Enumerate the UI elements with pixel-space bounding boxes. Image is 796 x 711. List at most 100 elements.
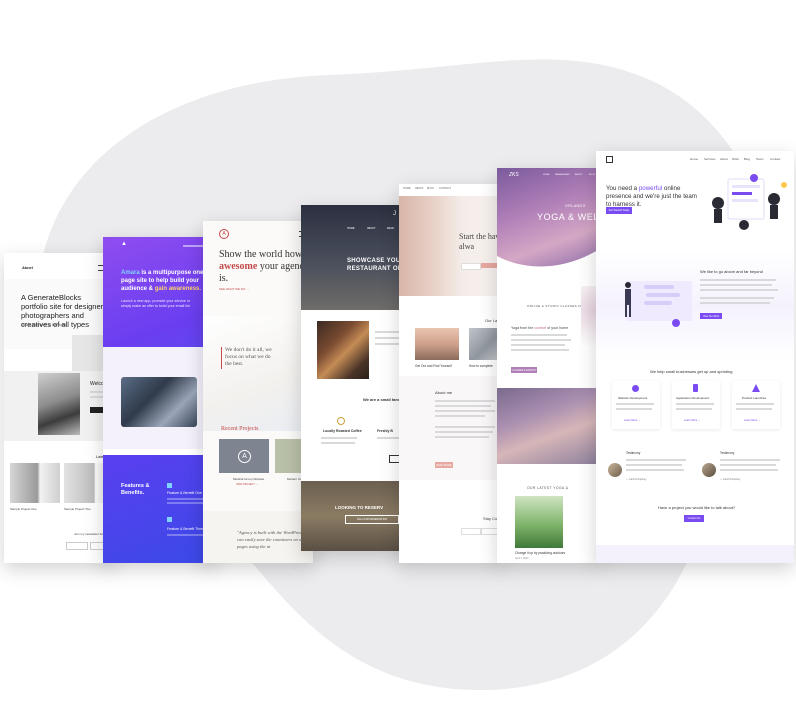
welcome-button[interactable] [90,407,104,413]
logo-icon [606,156,613,163]
post-image-1[interactable] [415,328,459,360]
feature-title-2: Feature & Benefit Three [167,527,205,531]
hero-wave [497,248,601,272]
recent-projects-heading: Recent Projects [221,426,259,432]
testimonial-avatar-1 [608,463,622,477]
hero-subtext: ONLINE & STUDIO CLASSES FROM [527,304,589,308]
site-logo: Aknel [22,265,33,270]
hero-headline: YOGA & WELL [537,212,601,222]
phone-icon [693,384,698,392]
coffee-icon [337,417,345,425]
stay-input[interactable] [461,528,481,535]
newsletter-input[interactable] [66,542,88,550]
template-card-blog[interactable]: HOME ABOUT BLOG CONTACT Start the have a… [399,184,503,563]
nav-home[interactable]: HOME [543,174,550,176]
nav-home[interactable]: HOME [347,227,355,230]
nav-home[interactable]: Home [690,157,698,161]
talk-heading: Have a project you would like to talk ab… [658,505,736,510]
template-card-portfolio[interactable]: Aknel A GenerateBlocks portfolio site fo… [4,253,114,563]
nav-team[interactable]: Team [756,157,763,161]
nav-contact[interactable]: CONTACT [439,187,451,190]
service-title-3: Product Launches [742,396,767,400]
footer-band [596,545,794,563]
template-card-agency[interactable]: A Show the world how awesome your agency… [203,221,313,563]
item-title-1: Locally Roasted Coffee [323,429,362,433]
testimonial-name-1: Testimony [626,451,641,455]
hero-subtext: Show your work to the world [22,323,66,327]
nav-membership[interactable]: MEMBERSHIP [555,174,570,176]
headline-highlight: gain awareness. [154,286,202,292]
headline-highlight: powerful [638,185,663,192]
portrait-photo [38,373,80,435]
nav-about[interactable]: ABOUT [415,187,424,190]
nav-about[interactable]: About [720,157,728,161]
hero-headline: You need a powerful online presence and … [606,185,697,208]
site-logo: ZKS [509,172,519,178]
nav-blog[interactable]: Blog [744,157,750,161]
hero-headline: Amara is a multipurpose one page site to… [121,270,204,292]
rocket-icon [752,384,760,392]
project-title-1[interactable]: Sample Project One [10,507,37,511]
quote-text: We don't do it all, we focus on what we … [225,347,272,367]
people-icon [632,385,639,392]
post-title[interactable]: Change it up by practicing outdoors [515,551,565,555]
features-heading: Features & Benefits. [121,483,150,496]
service-title-1: Website Development [618,396,648,400]
logo-icon: A [219,229,229,239]
contact-button[interactable]: Contact Us [684,515,704,522]
testimonial-caption-2: — Carol Humphrey [720,478,741,481]
learn-more-1[interactable]: Learn More → [624,419,641,422]
latest-heading: OUR LATEST YOGA & [527,486,569,490]
hero-headline: Show the world how awesome your agency i… [219,249,309,284]
project-link-1[interactable]: VIEW PROJECT → [236,483,258,486]
newsletter-text: Join my newsletter for [74,532,104,536]
learn-more-3[interactable]: Learn More → [744,419,761,422]
stay-connected-heading: Stay Co [483,516,498,521]
nav-blog[interactable]: BLOG [427,187,434,190]
nav-menu[interactable]: MENU [387,227,394,230]
project-image-1[interactable] [10,463,60,503]
above-heading: We like to go above and far beyond [700,269,763,274]
post-title-1[interactable]: Get Out and Find Yourself [415,364,452,368]
nav-about[interactable]: ABOUT [575,174,583,176]
template-card-amara[interactable]: ▲ Amara is a multipurpose one page site … [103,237,215,563]
view-work-button[interactable]: View Our Work [700,313,722,319]
brand-name: Amara [121,270,140,276]
project-logo-icon: A [238,450,251,463]
learn-more-2[interactable]: Learn More → [684,419,701,422]
heading-highlight: comfort [534,326,547,330]
classes-button[interactable]: CLASSES & EVENTS [511,367,537,373]
read-more-button[interactable]: READ MORE [435,462,453,468]
feature-icon-1 [167,483,172,488]
nav-about[interactable]: ABOUT [367,227,376,230]
testimonial-avatar-2 [702,463,716,477]
hero-subtext: Launch a new app, promote your service o… [121,299,191,308]
hero-link[interactable]: SEE WHAT WE DO → [219,287,249,291]
post-title-2[interactable]: How to complete [469,364,493,368]
reserve-heading: LOOKING TO RESERV [335,505,384,510]
restaurant-photo [317,321,369,379]
template-card-business[interactable]: Home Services About Work Blog Team Conta… [596,151,794,563]
project-title-1[interactable]: Medical Group Website [233,477,264,481]
post-image[interactable] [515,496,563,548]
studio-image [497,388,601,464]
yoga-heading: Yoga from the comfort of your home [511,326,569,330]
nav-work[interactable]: Work [732,157,739,161]
item-title-2: Freshly B [377,429,393,433]
testimonial-name-2: Testimony [720,451,735,455]
hero-button[interactable]: Get Started Today [606,207,632,214]
project-title-2[interactable]: Sample Project Two [64,507,91,511]
quote-panel [203,316,313,431]
quote-bar [221,347,222,369]
reserve-button[interactable]: CALL FOR RESERVATION [345,515,399,524]
help-heading: We help small businesses get up and spri… [650,369,733,374]
hero-input[interactable] [461,263,481,270]
template-card-yoga[interactable]: ZKS HOME MEMBERSHIP ABOUT BLOG ORLANDO Y… [497,168,601,563]
nav-services[interactable]: Services [704,157,716,161]
feature-title-1: Feature & Benefit One [167,491,202,495]
template-card-restaurant[interactable]: J HOME ABOUT MENU SHOWCASE YOU RESTAURAN… [301,205,409,551]
nav-contact[interactable]: Contact [770,157,780,161]
nav-home[interactable]: HOME [403,187,411,190]
nav-blog[interactable]: BLOG [589,174,595,176]
hero-illustration [712,174,787,230]
